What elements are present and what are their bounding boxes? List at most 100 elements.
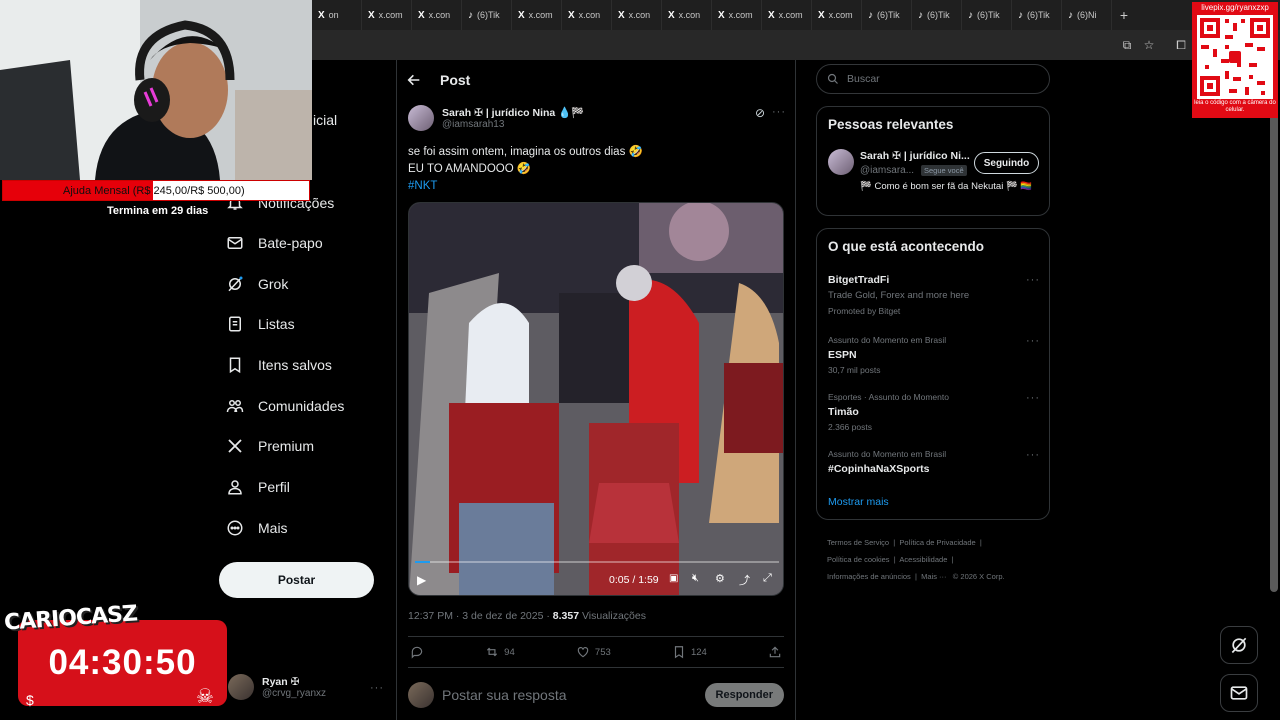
browser-tab[interactable]: ♪ (6)Tik — [912, 0, 962, 30]
video-player[interactable]: ▶ 0:05 / 1:59 ▣ 🔇︎ ⚙ ⤴ ⤢ — [408, 202, 784, 596]
pip-icon[interactable]: ⤴ — [739, 572, 750, 588]
browser-tab[interactable]: ♪ (6)Tik — [862, 0, 912, 30]
browser-tab[interactable]: ♪ (6)Ni — [1062, 0, 1112, 30]
trend-item[interactable]: BitgetTradFi Trade Gold, Forex and more … — [828, 274, 1040, 316]
footer-link[interactable]: Mais ··· — [921, 572, 946, 581]
back-arrow-icon[interactable] — [406, 72, 422, 88]
relevant-user-name[interactable]: Sarah ✠ | jurídico Ni... — [860, 150, 970, 162]
page-title: Post — [440, 72, 471, 88]
tab-label: x.com — [378, 10, 403, 20]
trend-item[interactable]: Esportes · Assunto do Momento Timão 2.36… — [828, 392, 1040, 432]
panel-title: Pessoas relevantes — [828, 117, 954, 132]
browser-tab[interactable]: Xx.con — [562, 0, 612, 30]
bookmark-action[interactable]: 124 — [672, 645, 707, 659]
extensions-icon[interactable]: ⧠ — [1172, 36, 1190, 54]
follows-you-badge: Segue você — [921, 165, 967, 176]
grok-float-button[interactable] — [1220, 626, 1258, 664]
browser-tab[interactable]: Xx.com — [812, 0, 862, 30]
trend-name: ESPN — [828, 349, 857, 361]
play-icon[interactable]: ▶ — [417, 573, 426, 587]
x-logo-icon: X — [718, 9, 725, 21]
nav-item-premium[interactable]: Premium — [226, 431, 314, 461]
grok-analyze-icon[interactable]: ⊘ — [755, 106, 765, 120]
nav-label: Premium — [258, 438, 315, 454]
footer-link[interactable]: Política de Privacidade — [899, 538, 975, 547]
nav-item-more[interactable]: Mais — [226, 513, 288, 543]
new-tab-button[interactable]: + — [1112, 7, 1136, 23]
nav-item-communities[interactable]: Comunidades — [226, 391, 344, 421]
nav-item-lists[interactable]: Listas — [226, 309, 295, 339]
nav-item-bookmarks[interactable]: Itens salvos — [226, 350, 332, 380]
browser-tab[interactable]: Xon — [312, 0, 362, 30]
account-switcher[interactable]: Ryan ✠ @crvg_ryanxz — [228, 674, 326, 700]
nav-label: Mais — [258, 520, 288, 536]
trend-item[interactable]: Assunto do Momento em Brasil #CopinhaNaX… — [828, 449, 1040, 475]
star-icon[interactable]: ☆ — [1140, 36, 1158, 54]
post-more-icon[interactable]: ··· — [772, 106, 786, 118]
footer-link[interactable]: Acessibilidade — [899, 555, 947, 564]
browser-tab[interactable]: Xx.con — [662, 0, 712, 30]
reply-button[interactable]: Responder — [704, 683, 784, 707]
nav-item-chat[interactable]: Bate-papo — [226, 228, 323, 258]
post-header: Post — [396, 62, 796, 98]
trend-more-icon[interactable]: ··· — [1026, 449, 1040, 461]
browser-tab[interactable]: ♪ (6)Tik — [962, 0, 1012, 30]
share-action[interactable] — [768, 645, 782, 659]
captions-icon[interactable]: ▣ — [669, 573, 678, 584]
video-progress-track[interactable] — [415, 561, 779, 563]
following-button[interactable]: Seguindo — [974, 152, 1039, 174]
show-more-link[interactable]: Mostrar mais — [828, 496, 889, 508]
footer-link[interactable]: Termos de Serviço — [827, 538, 889, 547]
tiktok-icon: ♪ — [468, 9, 473, 21]
nav-item-partial[interactable]: icial — [313, 112, 337, 128]
avatar[interactable] — [828, 149, 854, 175]
footer-link[interactable]: Política de cookies — [827, 555, 890, 564]
post-button[interactable]: Postar — [219, 562, 374, 598]
reply-composer: Postar sua resposta Responder — [408, 680, 784, 710]
browser-tab[interactable]: ♪ (6)Tik — [1012, 0, 1062, 30]
post-author[interactable]: Sarah ✠ | jurídico Nina 💧🏁 @iamsarah13 — [408, 105, 584, 131]
mute-icon[interactable]: 🔇︎ — [692, 572, 699, 585]
settings-icon[interactable]: ⚙ — [715, 572, 725, 585]
nav-item-grok[interactable]: Grok — [226, 269, 288, 299]
cast-icon[interactable]: ⧉ — [1118, 36, 1136, 54]
scrollbar[interactable] — [1270, 62, 1278, 592]
messages-float-button[interactable] — [1220, 674, 1258, 712]
browser-tab[interactable]: Xx.com — [512, 0, 562, 30]
reply-input[interactable]: Postar sua resposta — [442, 687, 567, 703]
search-input[interactable]: Buscar — [816, 64, 1050, 94]
fullscreen-icon[interactable]: ⤢ — [763, 572, 772, 585]
tiktok-icon: ♪ — [968, 9, 973, 21]
reply-action[interactable] — [410, 645, 424, 659]
footer-link[interactable]: Informações de anúncios — [827, 572, 911, 581]
trend-more-icon[interactable]: ··· — [1026, 392, 1040, 404]
bookmark-icon — [229, 357, 241, 374]
tweet-line: EU TO AMANDOOO 🤣 — [408, 163, 532, 175]
browser-tab[interactable]: Xx.con — [412, 0, 462, 30]
video-frame — [409, 203, 783, 595]
hashtag-link[interactable]: #NKT — [408, 178, 643, 195]
browser-tab[interactable]: Xx.com — [362, 0, 412, 30]
trend-more-icon[interactable]: ··· — [1026, 335, 1040, 347]
trend-more-icon[interactable]: ··· — [1026, 274, 1040, 286]
nav-item-profile[interactable]: Perfil — [226, 472, 290, 502]
account-more-icon[interactable]: ··· — [370, 682, 384, 694]
donation-goal-bar: Ajuda Mensal (R$ 245,00/R$ 500,00) — [2, 180, 310, 201]
retweet-action[interactable]: 94 — [485, 645, 515, 659]
tab-label: (6)Tik — [1027, 10, 1050, 20]
tab-label: (6)Tik — [927, 10, 950, 20]
x-logo-icon: X — [668, 9, 675, 21]
browser-tab[interactable]: Xx.com — [762, 0, 812, 30]
trend-item[interactable]: Assunto do Momento em Brasil ESPN 30,7 m… — [828, 335, 1040, 375]
x-logo-icon — [228, 439, 242, 453]
trend-name: #CopinhaNaXSports — [828, 463, 930, 475]
post-meta: 12:37 PM · 3 de dez de 2025 · 8.357 Visu… — [408, 610, 646, 622]
browser-tab[interactable]: Xx.con — [612, 0, 662, 30]
tab-label: on — [328, 10, 339, 20]
person-icon — [228, 480, 242, 495]
browser-tab[interactable]: Xx.com — [712, 0, 762, 30]
x-logo-icon: X — [618, 9, 625, 21]
trends-panel: O que está acontecendo BitgetTradFi Trad… — [816, 228, 1050, 520]
like-action[interactable]: 753 — [576, 645, 611, 659]
browser-tab[interactable]: ♪ (6)Tik — [462, 0, 512, 30]
